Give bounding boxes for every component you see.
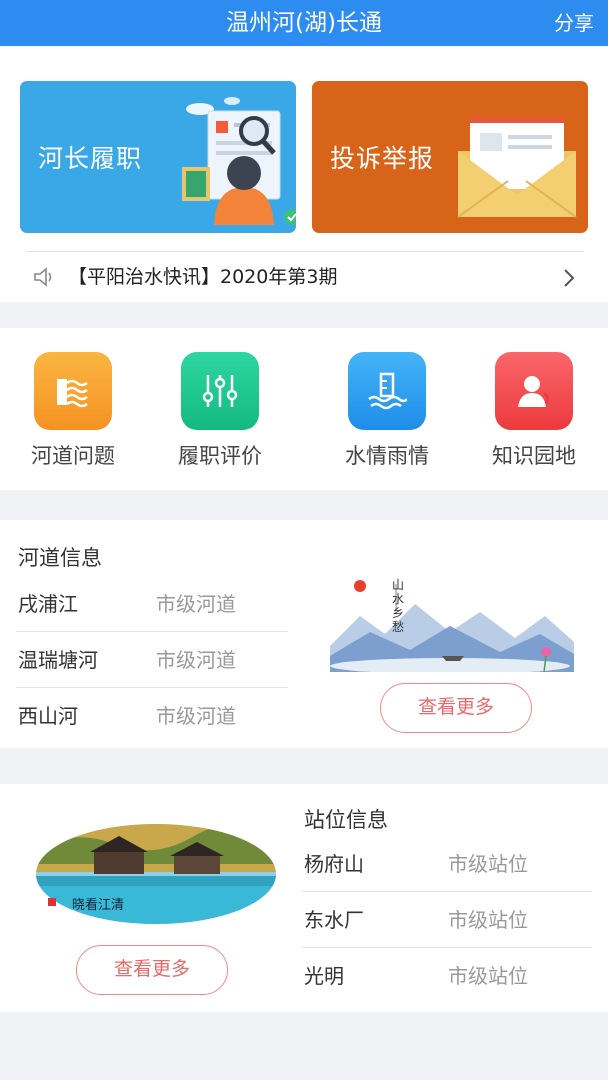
river-more-button[interactable]: 查看更多 bbox=[380, 683, 532, 733]
river-row[interactable]: 温瑞塘河 市级河道 bbox=[16, 632, 288, 688]
quick-knowledge[interactable]: 知识园地 bbox=[474, 352, 594, 470]
quick-water-rain[interactable]: 水情雨情 bbox=[327, 352, 447, 470]
station-row[interactable]: 东水厂 市级站位 bbox=[302, 892, 592, 948]
quick-label: 知识园地 bbox=[492, 444, 576, 468]
station-row[interactable]: 光明 市级站位 bbox=[302, 948, 592, 1004]
envelope-icon bbox=[457, 117, 577, 218]
river-level: 市级河道 bbox=[156, 592, 236, 616]
station-level: 市级站位 bbox=[448, 908, 528, 932]
scenery-caption: 晓看江清 bbox=[72, 898, 125, 913]
station-info-section: 晓看江清 查看更多 站位信息 杨府山 市级站位 东水厂 市级站位 光明 市级站位 bbox=[0, 784, 608, 1012]
quick-label: 水情雨情 bbox=[345, 444, 429, 468]
person-phone-icon bbox=[495, 352, 573, 430]
river-level: 市级河道 bbox=[156, 648, 236, 672]
duty-card-label: 河长履职 bbox=[38, 144, 143, 173]
share-button[interactable]: 分享 bbox=[554, 0, 594, 46]
station-info-title: 站位信息 bbox=[304, 808, 388, 832]
river-row[interactable]: 戌浦江 市级河道 bbox=[16, 576, 288, 632]
water-gauge-icon bbox=[348, 352, 426, 430]
banner-section: 河长履职 投诉举报 【平阳治水快讯】2020年第3期 bbox=[0, 46, 608, 302]
river-info-title: 河道信息 bbox=[18, 546, 102, 570]
app-title: 温州河(湖)长通 bbox=[226, 10, 382, 36]
station-level: 市级站位 bbox=[448, 852, 528, 876]
quick-actions: 河道问题 履职评价 水情雨情 知识园地 bbox=[0, 328, 608, 490]
station-more-button[interactable]: 查看更多 bbox=[76, 945, 228, 995]
station-level: 市级站位 bbox=[448, 964, 528, 988]
top-bar: 温州河(湖)长通 分享 bbox=[0, 0, 608, 46]
river-level: 市级河道 bbox=[156, 704, 236, 728]
station-name: 东水厂 bbox=[304, 908, 364, 932]
chevron-right-icon bbox=[564, 269, 575, 287]
complaint-card-label: 投诉举报 bbox=[330, 144, 435, 173]
river-name: 西山河 bbox=[18, 704, 78, 728]
station-name: 光明 bbox=[304, 964, 344, 988]
speaker-icon bbox=[34, 267, 52, 287]
scenery-image bbox=[36, 824, 276, 924]
duty-card[interactable]: 河长履职 bbox=[20, 81, 296, 233]
complaint-card[interactable]: 投诉举报 bbox=[312, 81, 588, 233]
station-name: 杨府山 bbox=[304, 852, 364, 876]
river-info-section: 河道信息 戌浦江 市级河道 温瑞塘河 市级河道 西山河 市级河道 山水乡愁 查看… bbox=[0, 520, 608, 748]
river-problem-icon bbox=[34, 352, 112, 430]
river-name: 温瑞塘河 bbox=[18, 648, 98, 672]
river-name: 戌浦江 bbox=[18, 592, 78, 616]
duty-illustration-icon bbox=[182, 97, 296, 225]
news-notice[interactable]: 【平阳治水快讯】2020年第3期 bbox=[26, 251, 584, 301]
station-row[interactable]: 杨府山 市级站位 bbox=[302, 836, 592, 892]
quick-label: 河道问题 bbox=[31, 444, 115, 468]
notice-text: 【平阳治水快讯】2020年第3期 bbox=[68, 266, 338, 288]
sliders-icon bbox=[181, 352, 259, 430]
quick-river-problem[interactable]: 河道问题 bbox=[13, 352, 133, 470]
quick-label: 履职评价 bbox=[178, 444, 262, 468]
landscape-caption: 山水乡愁 bbox=[392, 578, 405, 634]
river-row[interactable]: 西山河 市级河道 bbox=[16, 688, 288, 744]
landscape-image bbox=[330, 580, 574, 672]
quick-duty-evaluation[interactable]: 履职评价 bbox=[160, 352, 280, 470]
